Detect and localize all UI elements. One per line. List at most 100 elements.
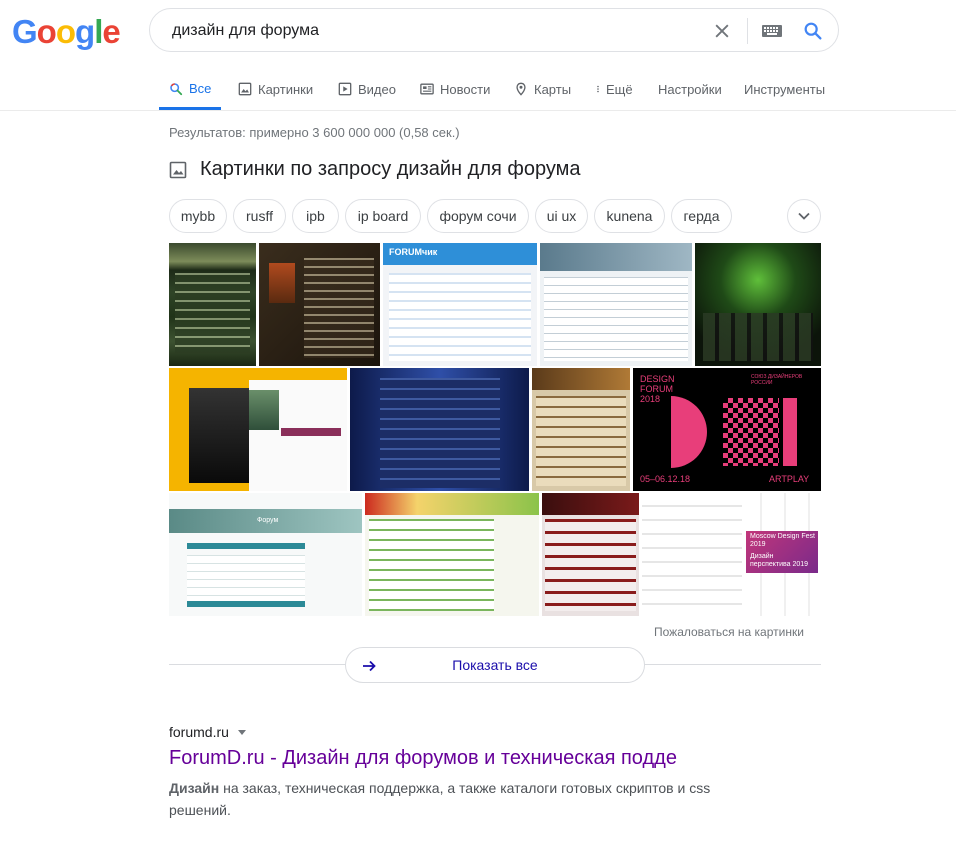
image-thumbnail[interactable] bbox=[350, 368, 529, 491]
thumb-title-text: Moscow Design Fest 2019 bbox=[750, 533, 815, 548]
image-thumbnail[interactable] bbox=[540, 243, 692, 366]
thumb-detail bbox=[389, 273, 531, 361]
logo-letter: G bbox=[12, 13, 38, 50]
tab-maps[interactable]: Карты bbox=[514, 70, 571, 108]
thumb-shape bbox=[671, 396, 707, 468]
images-heading[interactable]: Картинки по запросу дизайн для форума bbox=[169, 158, 581, 181]
thumb-title-text: Форум bbox=[257, 517, 279, 524]
chip[interactable]: mybb bbox=[169, 199, 227, 233]
chips-expand-button[interactable] bbox=[787, 199, 821, 233]
image-thumbnail[interactable] bbox=[695, 243, 821, 366]
tab-more[interactable]: Ещё bbox=[594, 70, 633, 108]
chip[interactable]: форум сочи bbox=[427, 199, 529, 233]
clear-icon[interactable] bbox=[712, 21, 732, 41]
tab-label: Карты bbox=[534, 81, 572, 97]
play-icon bbox=[338, 82, 352, 96]
thumb-header bbox=[540, 243, 692, 271]
image-thumbnail[interactable] bbox=[532, 368, 630, 491]
tab-bar: Все Картинки Видео Новости Карты Ещё Нас… bbox=[0, 70, 956, 111]
more-vert-icon bbox=[597, 85, 599, 93]
search-icon[interactable] bbox=[802, 20, 824, 42]
search-divider bbox=[747, 18, 748, 44]
thumb-detail bbox=[281, 428, 341, 436]
tab-label: Инструменты bbox=[744, 81, 826, 97]
thumb-detail bbox=[175, 273, 250, 353]
image-thumbnail[interactable] bbox=[169, 368, 347, 491]
keyboard-icon[interactable] bbox=[762, 25, 782, 37]
logo-letter: l bbox=[94, 13, 103, 50]
result-snippet: Дизайн на заказ, техническая поддержка, … bbox=[169, 777, 759, 821]
chip[interactable]: rusff bbox=[233, 199, 286, 233]
chip[interactable]: kunena bbox=[594, 199, 665, 233]
thumb-detail bbox=[536, 396, 626, 486]
logo-letter: o bbox=[36, 13, 57, 50]
image-icon bbox=[238, 82, 252, 96]
image-thumbnail[interactable] bbox=[259, 243, 380, 366]
image-thumbnail[interactable] bbox=[365, 493, 539, 616]
tab-label: Новости bbox=[440, 81, 491, 97]
show-all-button[interactable]: Показать все bbox=[345, 647, 645, 683]
thumb-header bbox=[542, 493, 639, 515]
tab-label: Все bbox=[189, 81, 212, 96]
arrow-right-icon bbox=[363, 660, 376, 672]
image-thumbnail[interactable] bbox=[542, 493, 639, 616]
result-url[interactable]: forumd.ru bbox=[169, 724, 246, 740]
tab-all[interactable]: Все bbox=[159, 70, 222, 110]
logo-letter: g bbox=[75, 13, 95, 50]
result-cite: forumd.ru bbox=[169, 724, 229, 740]
news-icon bbox=[420, 83, 434, 95]
snippet-bold: Дизайн bbox=[169, 780, 220, 796]
thumb-detail bbox=[544, 277, 688, 361]
image-thumbnail[interactable] bbox=[169, 243, 256, 366]
tab-images[interactable]: Картинки bbox=[238, 70, 313, 108]
search-box bbox=[149, 8, 839, 52]
chip[interactable]: герда bbox=[671, 199, 732, 233]
thumb-detail bbox=[249, 390, 279, 430]
chip[interactable]: ipb bbox=[292, 199, 339, 233]
image-thumbnail[interactable]: Форум bbox=[169, 493, 362, 616]
images-heading-text: Картинки по запросу дизайн для форума bbox=[200, 158, 581, 180]
thumb-detail bbox=[269, 263, 295, 303]
thumb-detail bbox=[545, 519, 636, 611]
chip[interactable]: ui ux bbox=[535, 199, 588, 233]
logo-letter: e bbox=[102, 13, 120, 50]
image-icon bbox=[169, 161, 187, 178]
tab-tools[interactable]: Инструменты bbox=[744, 70, 825, 108]
tab-label: Видео bbox=[358, 81, 396, 97]
thumb-detail bbox=[369, 519, 494, 611]
show-all-label: Показать все bbox=[452, 657, 538, 673]
tab-label: Ещё bbox=[606, 81, 633, 97]
result-stats: Результатов: примерно 3 600 000 000 (0,5… bbox=[169, 125, 460, 140]
search-icon bbox=[170, 82, 183, 95]
image-thumbnail[interactable]: Moscow Design Fest 2019 Дизайн перспекти… bbox=[642, 493, 821, 616]
thumb-detail bbox=[189, 388, 249, 483]
report-images-link[interactable]: Пожаловаться на картинки bbox=[654, 625, 804, 639]
caret-down-icon[interactable] bbox=[237, 729, 246, 735]
tab-settings[interactable]: Настройки bbox=[658, 70, 722, 108]
thumb-detail bbox=[187, 555, 305, 605]
search-input[interactable] bbox=[170, 19, 694, 43]
chip[interactable]: ip board bbox=[345, 199, 421, 233]
thumb-logo-text: FORUMчик bbox=[389, 247, 438, 257]
thumb-detail bbox=[304, 258, 374, 358]
tab-label: Картинки bbox=[258, 81, 314, 97]
thumb-detail bbox=[703, 313, 813, 361]
tab-video[interactable]: Видео bbox=[338, 70, 396, 108]
thumb-detail bbox=[380, 378, 500, 488]
thumb-org-text: СОЮЗ ДИЗАЙНЕРОВ РОССИИ bbox=[751, 374, 803, 386]
snippet-text: на заказ, техническая поддержка, а также… bbox=[169, 780, 711, 818]
thumb-date-text: 05–06.12.18 bbox=[640, 474, 691, 484]
image-thumbnail[interactable]: DESIGN FORUM 2018 СОЮЗ ДИЗАЙНЕРОВ РОССИИ… bbox=[633, 368, 821, 491]
tab-news[interactable]: Новости bbox=[420, 70, 490, 108]
result-title-link[interactable]: ForumD.ru - Дизайн для форумов и техниче… bbox=[169, 747, 677, 770]
thumb-header bbox=[532, 368, 630, 390]
image-thumbnail[interactable]: FORUMчик bbox=[383, 243, 537, 366]
chevron-down-icon bbox=[798, 212, 810, 220]
thumb-shape bbox=[723, 398, 779, 466]
tab-label: Настройки bbox=[658, 81, 722, 97]
thumb-detail bbox=[187, 601, 305, 607]
thumb-header bbox=[365, 493, 539, 515]
map-pin-icon bbox=[516, 82, 526, 96]
thumb-detail bbox=[187, 543, 305, 549]
google-logo[interactable]: Google bbox=[12, 12, 121, 52]
